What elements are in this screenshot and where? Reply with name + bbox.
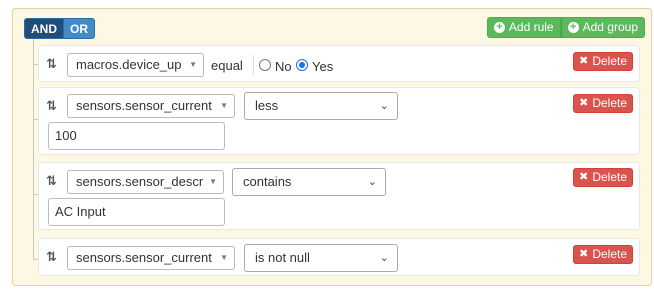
sort-arrows-icon[interactable]: ⇅: [46, 249, 57, 265]
rule-operator-select[interactable]: contains ⌄: [232, 168, 386, 196]
chevron-down-icon: ▼: [220, 101, 228, 110]
rule-operator-value: is not null: [255, 250, 310, 265]
chevron-down-icon: ⌄: [379, 100, 389, 112]
sort-arrows-icon[interactable]: ⇅: [46, 173, 57, 189]
condition-and-button[interactable]: AND: [24, 18, 64, 39]
radio-yes[interactable]: [296, 59, 308, 71]
chevron-down-icon: ⌄: [367, 176, 377, 188]
rule-field-select[interactable]: sensors.sensor_current ▼: [67, 246, 235, 270]
delete-label: Delete: [592, 247, 627, 261]
plus-icon: +: [493, 22, 505, 33]
tree-connector: [33, 39, 34, 259]
rule-field-select[interactable]: macros.device_up ▼: [67, 53, 204, 77]
delete-label: Delete: [592, 54, 627, 68]
radio-yes-label: Yes: [312, 59, 334, 74]
radio-no[interactable]: [259, 59, 271, 71]
add-rule-label: Add rule: [508, 20, 554, 34]
rule-item: ⇅ macros.device_up ▼ equal No Yes ✖ Dele…: [38, 45, 640, 82]
rule-operator-value: contains: [243, 174, 292, 189]
rule-value-text: AC Input: [55, 204, 106, 219]
rule-operator-value: less: [255, 98, 279, 113]
delete-rule-button[interactable]: ✖ Delete: [573, 94, 633, 113]
add-group-label: Add group: [582, 20, 638, 34]
add-rule-button[interactable]: + Add rule: [486, 17, 561, 38]
delete-label: Delete: [592, 96, 627, 110]
group-actions: + Add rule + Add group: [486, 17, 645, 38]
delete-label: Delete: [592, 170, 627, 184]
rule-value-input[interactable]: AC Input: [48, 198, 225, 226]
sort-arrows-icon[interactable]: ⇅: [46, 56, 57, 72]
delete-rule-button[interactable]: ✖ Delete: [573, 168, 633, 187]
rule-value-input[interactable]: 100: [48, 122, 225, 150]
group-conditions: AND OR: [24, 18, 95, 39]
rule-item: ⇅ sensors.sensor_current ▼ less ⌄ 100 ✖ …: [38, 87, 640, 155]
times-icon: ✖: [579, 55, 589, 67]
divider: [253, 55, 254, 75]
rule-item: ⇅ sensors.sensor_descr ▼ contains ⌄ AC I…: [38, 162, 640, 230]
times-icon: ✖: [579, 171, 589, 183]
sort-arrows-icon[interactable]: ⇅: [46, 98, 57, 114]
chevron-down-icon: ▼: [220, 253, 228, 262]
chevron-down-icon: ▼: [189, 60, 197, 69]
add-group-button[interactable]: + Add group: [560, 17, 645, 38]
chevron-down-icon: ⌄: [379, 252, 389, 264]
chevron-down-icon: ▼: [209, 177, 217, 186]
radio-no-label: No: [275, 59, 292, 74]
times-icon: ✖: [579, 248, 589, 260]
rule-field-value: sensors.sensor_current: [76, 250, 212, 265]
rule-operator-select[interactable]: less ⌄: [244, 92, 398, 120]
condition-or-button[interactable]: OR: [64, 18, 95, 39]
rule-operator-select[interactable]: is not null ⌄: [244, 244, 398, 272]
plus-circle-icon: +: [567, 22, 579, 33]
rule-item: ⇅ sensors.sensor_current ▼ is not null ⌄…: [38, 238, 640, 276]
rule-group: AND OR + Add rule + Add group ⇅ macros.d…: [12, 8, 652, 286]
rule-field-value: macros.device_up: [76, 57, 182, 72]
times-icon: ✖: [579, 97, 589, 109]
rule-field-value: sensors.sensor_current: [76, 98, 212, 113]
rule-operator-text: equal: [211, 58, 243, 73]
rule-field-select[interactable]: sensors.sensor_descr ▼: [67, 170, 224, 194]
delete-rule-button[interactable]: ✖ Delete: [573, 245, 633, 264]
delete-rule-button[interactable]: ✖ Delete: [573, 52, 633, 71]
rule-field-select[interactable]: sensors.sensor_current ▼: [67, 94, 235, 118]
rule-field-value: sensors.sensor_descr: [76, 174, 204, 189]
rule-value-text: 100: [55, 128, 77, 143]
